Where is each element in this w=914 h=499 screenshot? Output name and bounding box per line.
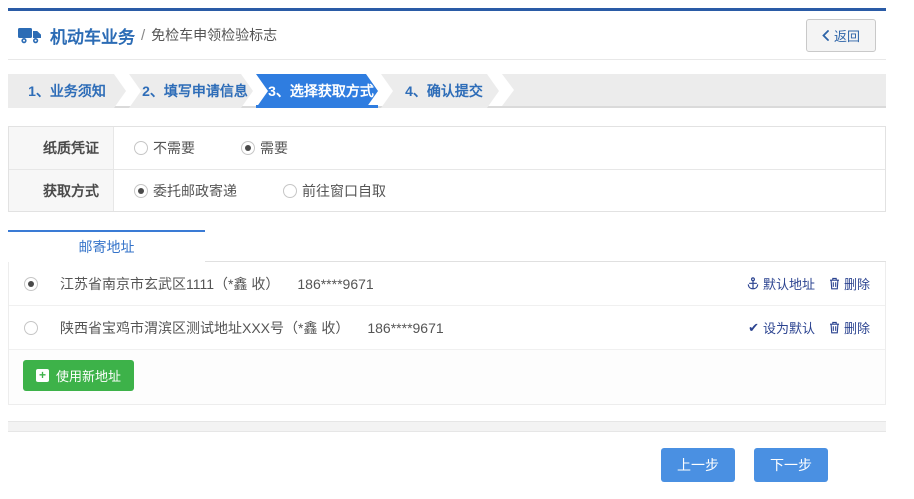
- delete-address-link[interactable]: 删除: [829, 318, 870, 337]
- section-divider: [8, 421, 886, 432]
- radio-label: 不需要: [153, 138, 195, 158]
- address-text: 江苏省南京市玄武区1111（*鑫 收）: [60, 274, 279, 294]
- active-step-underline: [256, 105, 378, 108]
- truck-icon: [18, 27, 42, 44]
- address-actions: ✔ 设为默认 删除: [748, 318, 870, 337]
- address-radio-selected[interactable]: [24, 277, 38, 291]
- check-icon: ✔: [748, 320, 759, 336]
- radio-option-pickup-window[interactable]: 前往窗口自取: [283, 181, 386, 201]
- radio-option-postal-delivery[interactable]: 委托邮政寄递: [134, 181, 237, 201]
- mailing-address-section: 邮寄地址 江苏省南京市玄武区1111（*鑫 收） 186****9671 默认地…: [8, 230, 886, 405]
- form-label: 获取方式: [9, 170, 114, 211]
- form-row-delivery-method: 获取方式 委托邮政寄递 前往窗口自取: [9, 169, 885, 211]
- radio-option-need[interactable]: 需要: [241, 138, 288, 158]
- wizard-navigation: 上一步 下一步: [8, 448, 886, 482]
- form-options: 不需要 需要: [114, 127, 288, 169]
- form-label: 纸质凭证: [9, 127, 114, 169]
- step-tab-2[interactable]: 2、填写申请信息: [129, 74, 253, 108]
- default-address-link[interactable]: 默认地址: [747, 274, 815, 293]
- options-form: 纸质凭证 不需要 需要 获取方式 委托邮政寄递: [8, 126, 886, 212]
- header: 机动车业务 / 免检车申领检验标志 返回: [8, 11, 886, 60]
- address-radio[interactable]: [24, 321, 38, 335]
- use-new-address-button[interactable]: + 使用新地址: [23, 360, 134, 391]
- radio-label: 委托邮政寄递: [153, 181, 237, 201]
- trash-icon: [829, 277, 840, 290]
- breadcrumb-separator: /: [141, 27, 145, 44]
- page-container: 机动车业务 / 免检车申领检验标志 返回 1、业务须知 2、填写申请信息 3、选…: [8, 8, 886, 482]
- address-tabs: 邮寄地址: [8, 230, 886, 262]
- radio-selected-icon[interactable]: [241, 141, 255, 155]
- step-tab-1[interactable]: 1、业务须知: [8, 74, 126, 108]
- default-address-label: 默认地址: [763, 274, 815, 293]
- step-tabs: 1、业务须知 2、填写申请信息 3、选择获取方式 4、确认提交: [8, 74, 886, 108]
- anchor-icon: [747, 277, 759, 290]
- plus-icon: +: [36, 369, 49, 382]
- step-tabs-filler: [502, 74, 886, 106]
- tab-mailing-address[interactable]: 邮寄地址: [8, 230, 205, 262]
- back-button[interactable]: 返回: [806, 19, 876, 52]
- address-text: 陕西省宝鸡市渭滨区测试地址XXX号（*鑫 收）: [60, 318, 349, 338]
- step-tab-3-active[interactable]: 3、选择获取方式: [256, 74, 378, 108]
- address-actions: 默认地址 删除: [747, 274, 870, 293]
- form-row-paper-voucher: 纸质凭证 不需要 需要: [9, 127, 885, 169]
- delete-address-link[interactable]: 删除: [829, 274, 870, 293]
- address-phone: 186****9671: [367, 320, 443, 336]
- back-button-label: 返回: [834, 26, 860, 45]
- use-new-address-label: 使用新地址: [56, 366, 121, 385]
- address-row-2: 陕西省宝鸡市渭滨区测试地址XXX号（*鑫 收） 186****9671 ✔ 设为…: [9, 306, 885, 350]
- radio-icon[interactable]: [134, 141, 148, 155]
- set-default-label: 设为默认: [763, 318, 815, 337]
- next-step-button[interactable]: 下一步: [754, 448, 828, 482]
- step-tab-4[interactable]: 4、确认提交: [381, 74, 499, 108]
- radio-option-no-need[interactable]: 不需要: [134, 138, 195, 158]
- radio-selected-icon[interactable]: [134, 184, 148, 198]
- section-title: 机动车业务: [50, 23, 135, 48]
- form-options: 委托邮政寄递 前往窗口自取: [114, 170, 386, 211]
- trash-icon: [829, 321, 840, 334]
- address-footer: + 使用新地址: [9, 350, 885, 404]
- set-default-link[interactable]: ✔ 设为默认: [748, 318, 815, 337]
- address-row-1: 江苏省南京市玄武区1111（*鑫 收） 186****9671 默认地址: [9, 262, 885, 306]
- address-phone: 186****9671: [297, 276, 373, 292]
- delete-address-label: 删除: [844, 318, 870, 337]
- address-list: 江苏省南京市玄武区1111（*鑫 收） 186****9671 默认地址: [8, 262, 886, 405]
- previous-step-button[interactable]: 上一步: [661, 448, 735, 482]
- chevron-left-icon: [822, 30, 829, 41]
- radio-label: 前往窗口自取: [302, 181, 386, 201]
- radio-label: 需要: [260, 138, 288, 158]
- radio-icon[interactable]: [283, 184, 297, 198]
- page-title: 免检车申领检验标志: [151, 25, 277, 45]
- delete-address-label: 删除: [844, 274, 870, 293]
